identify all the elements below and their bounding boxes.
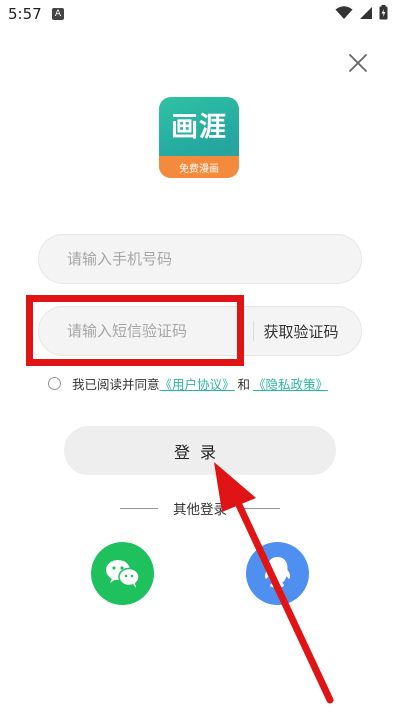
wechat-login-button[interactable]	[91, 542, 154, 605]
status-time: 5:57	[8, 5, 42, 23]
qq-login-button[interactable]	[246, 542, 309, 605]
divider-line-right	[242, 508, 280, 509]
status-bar: 5:57 A	[0, 0, 400, 28]
battery-charging-icon	[379, 5, 388, 20]
close-icon	[349, 54, 367, 72]
login-button[interactable]: 登录	[64, 426, 336, 475]
qq-icon	[264, 557, 291, 588]
agreement-prefix: 我已阅读并同意	[72, 376, 160, 392]
user-agreement-link[interactable]: 《用户协议》	[160, 374, 235, 393]
phone-field	[38, 234, 362, 284]
annotation-highlight-box	[26, 295, 244, 366]
wechat-icon	[106, 560, 140, 588]
agreement-row: 我已阅读并同意 《用户协议》 和 《隐私政策》	[48, 374, 328, 392]
get-code-button[interactable]: 获取验证码	[241, 307, 361, 355]
login-page: 5:57 A 画涯 免费漫画 请输入手机号码 请输入短信验证码 获取验证码 我已…	[0, 0, 400, 712]
other-login-divider: 其他登录	[120, 498, 280, 518]
phone-input[interactable]	[39, 235, 361, 283]
status-icons	[335, 5, 388, 20]
signal-icon	[360, 6, 372, 19]
privacy-policy-link[interactable]: 《隐私政策》	[253, 374, 328, 393]
close-button[interactable]	[346, 51, 370, 75]
logo-title: 画涯	[171, 112, 227, 143]
logo-subtitle: 免费漫画	[179, 164, 219, 175]
agreement-and: 和	[237, 376, 251, 392]
agree-checkbox[interactable]	[48, 376, 61, 390]
wifi-icon	[335, 5, 353, 19]
app-logo: 画涯 免费漫画	[159, 97, 239, 178]
notification-a-icon: A	[52, 8, 64, 20]
